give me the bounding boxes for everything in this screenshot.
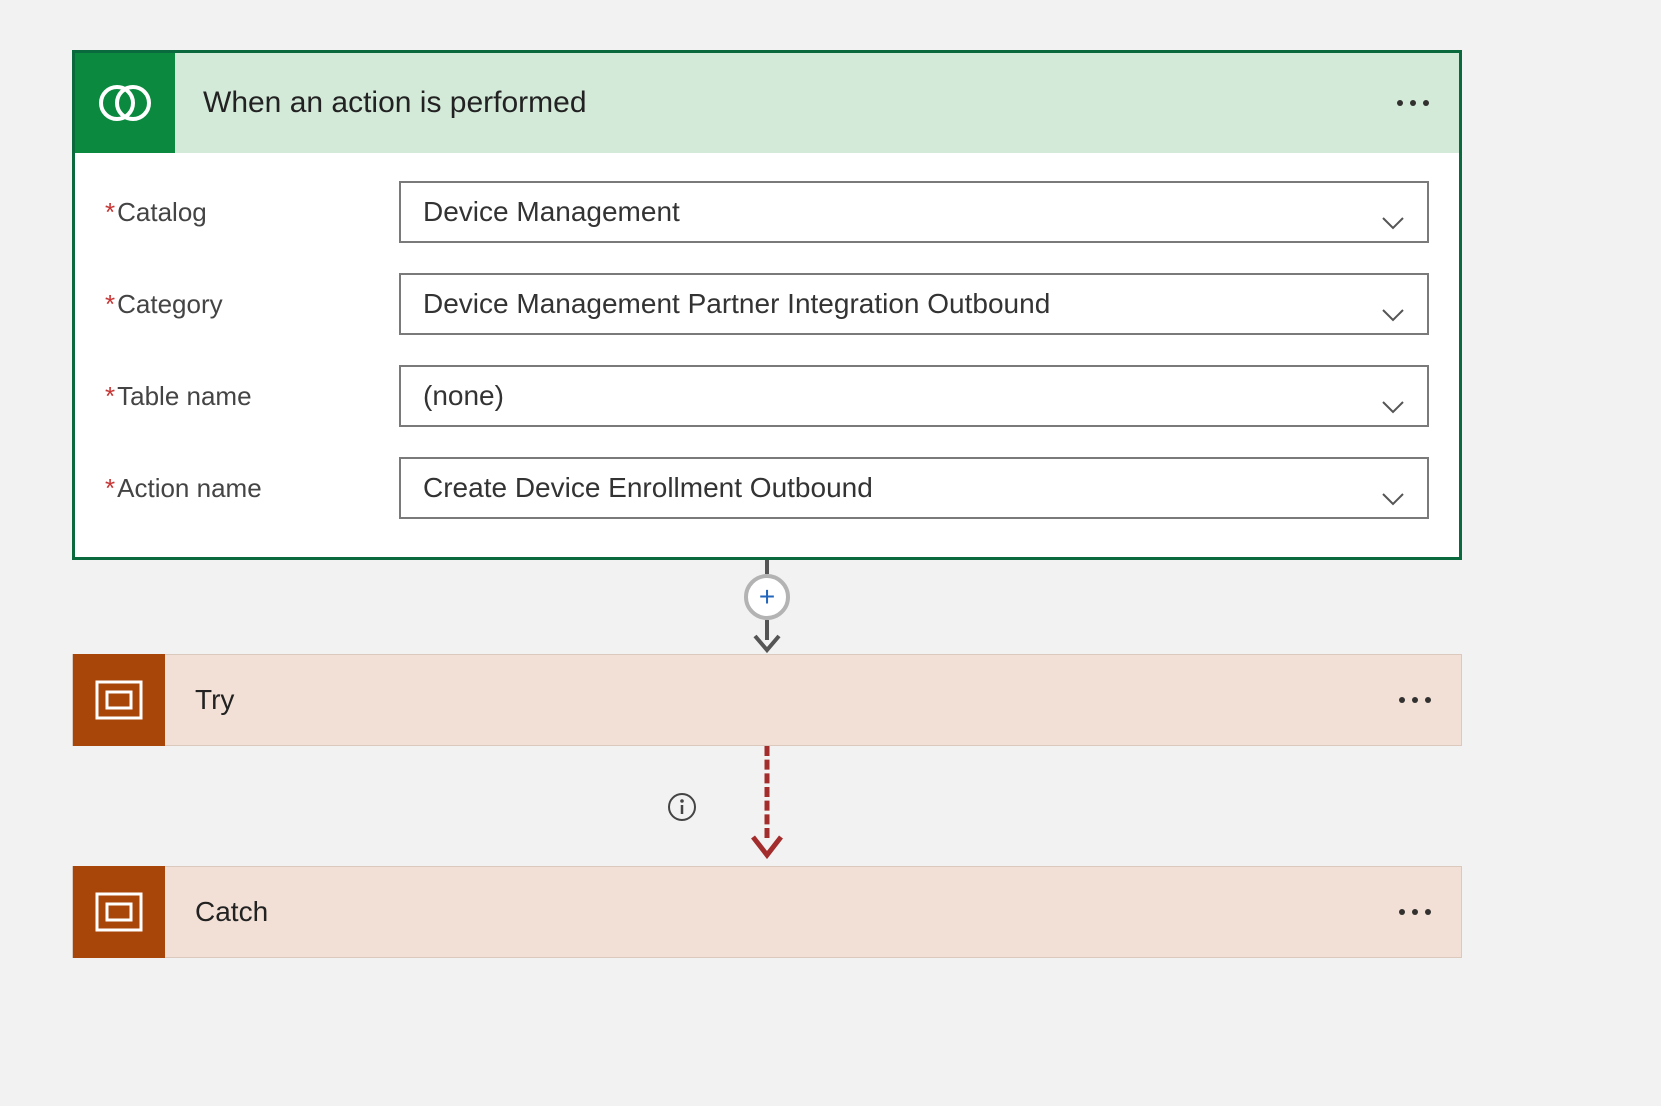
try-scope-card[interactable]: Try — [72, 654, 1462, 746]
required-asterisk: * — [105, 197, 115, 227]
action-name-value: Create Device Enrollment Outbound — [423, 472, 873, 504]
table-name-select[interactable]: (none) — [399, 365, 1429, 427]
field-row-action-name: *Action name Create Device Enrollment Ou… — [105, 457, 1429, 519]
dashed-connector-line — [765, 746, 770, 838]
scope-container-icon — [73, 866, 165, 958]
trigger-more-button[interactable] — [1389, 92, 1437, 114]
required-asterisk: * — [105, 289, 115, 319]
more-ellipsis-icon — [1397, 100, 1429, 106]
field-row-category: *Category Device Management Partner Inte… — [105, 273, 1429, 335]
run-after-info-button[interactable] — [667, 792, 697, 822]
try-scope-title: Try — [195, 684, 234, 716]
catalog-value: Device Management — [423, 196, 680, 228]
trigger-body: *Catalog Device Management *Category Dev… — [75, 153, 1459, 557]
catch-scope-title: Catch — [195, 896, 268, 928]
field-label-action-name: *Action name — [105, 473, 399, 504]
field-label-category: *Category — [105, 289, 399, 320]
trigger-card: When an action is performed *Catalog Dev… — [72, 50, 1462, 560]
catch-more-button[interactable] — [1391, 901, 1439, 923]
connector-line — [765, 560, 769, 574]
arrow-down-icon — [747, 620, 787, 654]
more-ellipsis-icon — [1399, 909, 1431, 915]
action-name-select[interactable]: Create Device Enrollment Outbound — [399, 457, 1429, 519]
field-row-catalog: *Catalog Device Management — [105, 181, 1429, 243]
trigger-title: When an action is performed — [203, 86, 587, 120]
catalog-select[interactable]: Device Management — [399, 181, 1429, 243]
more-ellipsis-icon — [1399, 697, 1431, 703]
chevron-down-icon — [1381, 389, 1405, 403]
flow-designer-canvas: When an action is performed *Catalog Dev… — [72, 50, 1462, 958]
field-label-table-name: *Table name — [105, 381, 399, 412]
arrow-down-error-icon — [747, 831, 787, 866]
try-more-button[interactable] — [1391, 689, 1439, 711]
scope-container-icon — [73, 654, 165, 746]
field-label-catalog: *Catalog — [105, 197, 399, 228]
connector-try-to-catch — [72, 746, 1462, 866]
dataverse-swirl-icon — [75, 53, 175, 153]
field-row-table-name: *Table name (none) — [105, 365, 1429, 427]
chevron-down-icon — [1381, 205, 1405, 219]
required-asterisk: * — [105, 381, 115, 411]
category-select[interactable]: Device Management Partner Integration Ou… — [399, 273, 1429, 335]
chevron-down-icon — [1381, 481, 1405, 495]
catch-scope-card[interactable]: Catch — [72, 866, 1462, 958]
trigger-header[interactable]: When an action is performed — [75, 53, 1459, 153]
connector-trigger-to-try: + — [72, 560, 1462, 654]
category-value: Device Management Partner Integration Ou… — [423, 288, 1050, 320]
chevron-down-icon — [1381, 297, 1405, 311]
plus-icon: + — [759, 583, 775, 611]
table-name-value: (none) — [423, 380, 504, 412]
required-asterisk: * — [105, 473, 115, 503]
add-step-button[interactable]: + — [744, 574, 790, 620]
